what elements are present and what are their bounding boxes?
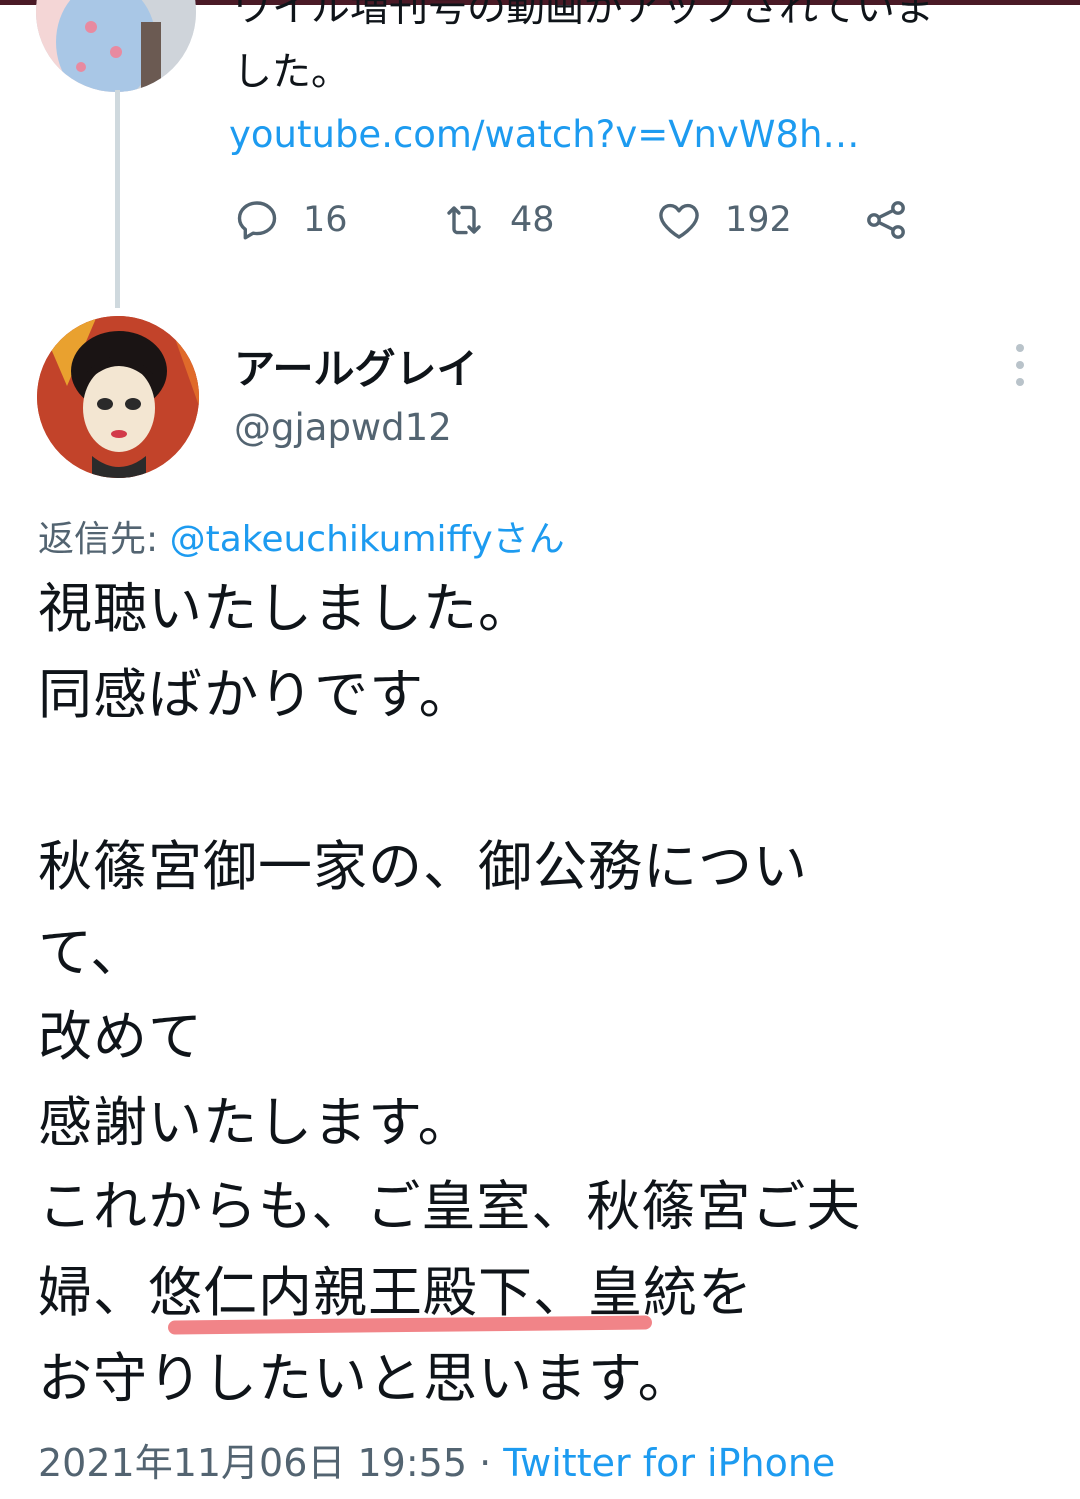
tweet-text-line: て、 — [38, 921, 146, 984]
previous-tweet-avatar[interactable] — [36, 0, 196, 92]
retweet-icon — [447, 205, 481, 235]
previous-tweet-text-line2: した。 — [233, 50, 351, 95]
tweet-text-line: 感謝いたします。 — [38, 1091, 473, 1154]
reply-button[interactable]: 16 — [233, 192, 348, 248]
user-handle[interactable]: @gjapwd12 — [234, 406, 452, 449]
share-icon — [867, 201, 905, 239]
tweet-timestamp[interactable]: 2021年11月06日 19:55 · — [38, 1441, 503, 1485]
heart-icon — [659, 203, 699, 239]
thread-connector-line — [115, 90, 120, 308]
share-button[interactable] — [862, 192, 932, 248]
tweet-meta: 2021年11月06日 19:55 · Twitter for iPhone — [38, 1432, 835, 1487]
reply-count: 16 — [303, 200, 348, 240]
reply-to-prefix: 返信先: — [38, 519, 170, 560]
tweet-text-line: お守りしたいと思います。 — [38, 1347, 693, 1410]
tweet-text-line: 同感ばかりです。 — [38, 663, 474, 726]
like-count: 192 — [725, 200, 792, 240]
previous-tweet-link[interactable]: youtube.com/watch?v=VnvW8h… — [229, 108, 859, 162]
reply-to-line: 返信先: @takeuchikumiffyさん — [38, 510, 565, 562]
user-avatar[interactable] — [37, 316, 199, 478]
display-name[interactable]: アールグレイ — [234, 335, 478, 395]
tweet-text-line: 視聴いたしました。 — [38, 577, 533, 640]
retweet-count: 48 — [510, 200, 555, 240]
more-options-icon[interactable] — [1004, 342, 1036, 388]
previous-tweet-text-line1: ワイル増刊号の動画がアップされていま — [233, 0, 934, 31]
tweet-text-line: 改めて — [38, 1005, 203, 1068]
tweet-source[interactable]: Twitter for iPhone — [503, 1441, 835, 1485]
reply-icon — [237, 201, 277, 240]
tweet-text-line: 秋篠宮御一家の、御公務につい — [38, 835, 808, 898]
like-button[interactable]: 192 — [655, 192, 792, 248]
tweet-text-line: これからも、ご皇室、秋篠宮ご夫 — [38, 1175, 862, 1238]
retweet-button[interactable]: 48 — [440, 192, 555, 248]
reply-to-mention[interactable]: @takeuchikumiffyさん — [170, 519, 565, 560]
